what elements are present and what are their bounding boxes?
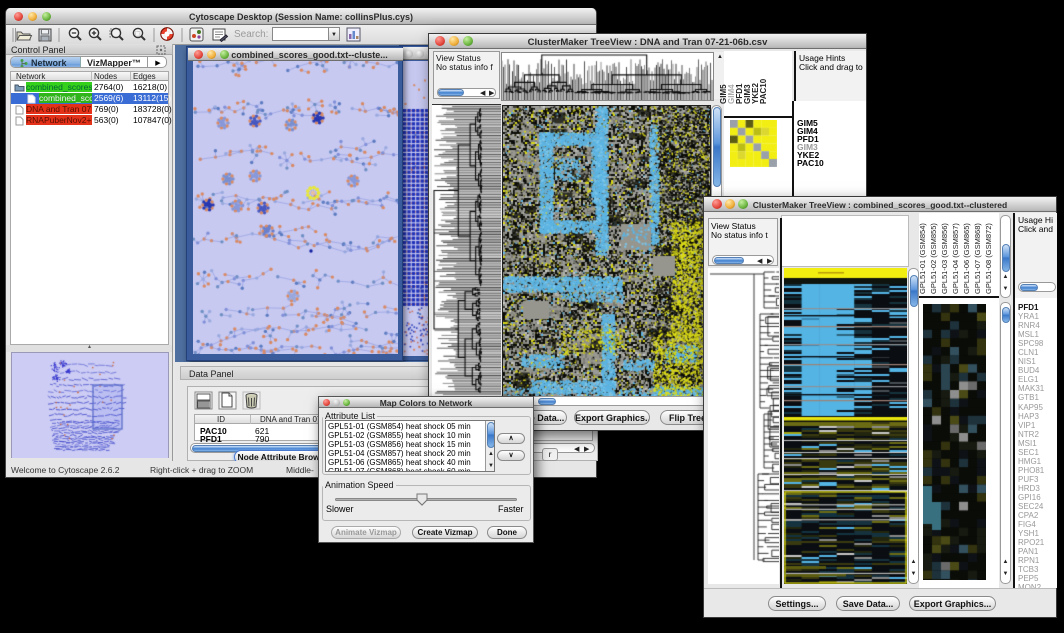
svg-text:⬚: ⬚ xyxy=(135,32,141,38)
